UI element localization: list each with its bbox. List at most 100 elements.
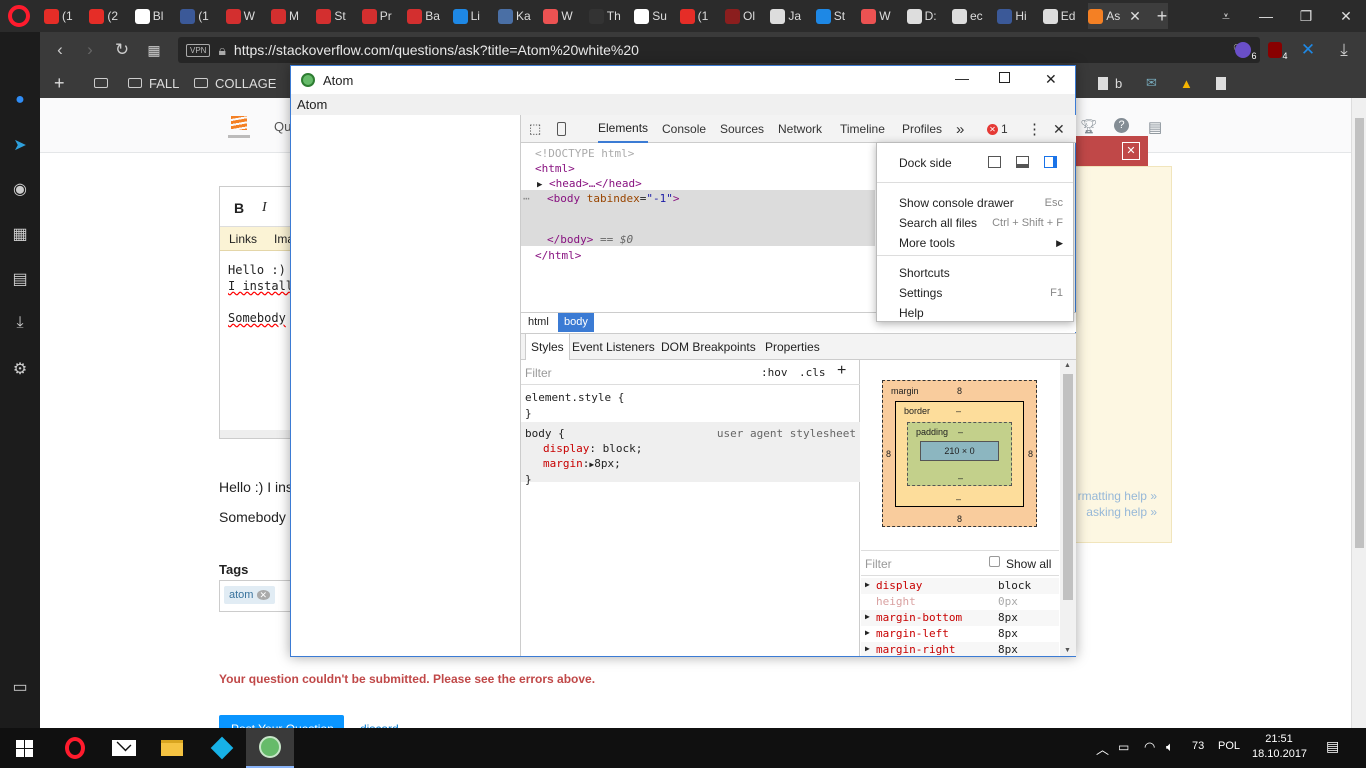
clock[interactable]: 21:51 18.10.2017 — [1252, 732, 1307, 762]
browser-tab[interactable]: Ba — [407, 3, 449, 29]
browser-tab[interactable]: Hi — [997, 3, 1039, 29]
links-tab[interactable]: Links — [229, 232, 257, 246]
help-icon[interactable]: ? — [1114, 118, 1129, 133]
italic-button[interactable]: I — [262, 200, 267, 216]
settings-icon[interactable]: ⚙ — [9, 358, 31, 380]
battery-icon[interactable]: ▭ — [1118, 740, 1129, 754]
bold-button[interactable]: B — [234, 200, 244, 216]
computed-row[interactable]: ▶ margin-right 8px — [861, 642, 1059, 656]
new-tab-icon[interactable]: + — [1152, 3, 1172, 29]
computed-row[interactable]: ▶ display block — [861, 578, 1059, 594]
menu-item[interactable]: Settings F1 — [899, 283, 1069, 303]
inspect-element-icon[interactable]: ⬚ — [529, 115, 545, 143]
browser-tab[interactable]: Ja — [770, 3, 812, 29]
computed-row[interactable]: ▶ margin-left 8px — [861, 626, 1059, 642]
tab-sources[interactable]: Sources — [720, 115, 764, 143]
extension-icon[interactable]: 6 — [1232, 32, 1260, 68]
browser-tab[interactable]: W — [861, 3, 903, 29]
device-mode-icon[interactable] — [557, 115, 571, 143]
hov-toggle[interactable]: :hov — [761, 366, 788, 379]
browser-tab[interactable]: Su — [634, 3, 676, 29]
tab-timeline[interactable]: Timeline — [840, 115, 885, 143]
news-icon[interactable]: ▤ — [9, 268, 31, 290]
subtab-dom-breakpoints[interactable]: DOM Breakpoints — [661, 340, 756, 354]
tabs-grid-icon[interactable]: ▦ — [140, 32, 168, 68]
close-window-icon[interactable]: ✕ — [1326, 0, 1366, 32]
file-explorer-icon[interactable] — [148, 728, 196, 768]
browser-tab[interactable]: (1 — [44, 3, 86, 29]
tab-console[interactable]: Console — [662, 115, 706, 143]
vpn-badge[interactable]: VPN — [186, 43, 211, 57]
input-language[interactable]: POL — [1218, 740, 1240, 752]
breadcrumb-html[interactable]: html — [528, 316, 549, 328]
volume-icon[interactable]: 🔈︎ — [1166, 739, 1174, 755]
browser-tab[interactable]: Ol — [725, 3, 767, 29]
browser-tab[interactable]: (1 — [180, 3, 222, 29]
browser-tab[interactable]: Ed — [1042, 3, 1085, 29]
bookmark-folder[interactable] — [94, 68, 108, 98]
dom-body-node[interactable]: ⋯ <body tabindex="-1"> </body> == $0 — [521, 190, 875, 246]
cross-extension-icon[interactable]: ✕ — [1294, 32, 1322, 68]
opera-logo-icon[interactable] — [8, 5, 30, 27]
computed-filter-input[interactable]: Filter — [865, 557, 892, 571]
speed-dial-icon[interactable]: ▦ — [9, 223, 31, 245]
browser-tab[interactable]: Bl — [134, 3, 177, 29]
stack-exchange-icon[interactable]: ▤ — [1148, 118, 1162, 136]
back-icon[interactable]: ‹ — [46, 32, 74, 68]
dock-right-icon[interactable] — [1044, 156, 1057, 168]
minimize-icon[interactable]: — — [955, 70, 969, 86]
close-banner-icon[interactable]: ✕ — [1122, 142, 1140, 160]
nav-questions[interactable]: Qu — [274, 119, 291, 134]
tray-chevron-icon[interactable]: ︿ — [1096, 739, 1109, 758]
computed-scrollbar[interactable]: ▲ ▼ — [1060, 360, 1076, 656]
bookmark-fall[interactable]: FALL — [128, 68, 179, 98]
tab-elements[interactable]: Elements — [598, 115, 649, 143]
menu-item[interactable]: Search all files Ctrl + Shift + F — [899, 213, 1069, 233]
atom-menu-item[interactable]: Atom — [297, 97, 327, 112]
browser-tab[interactable]: Li — [452, 3, 495, 29]
forward-icon[interactable]: › — [76, 32, 104, 68]
cls-toggle[interactable]: .cls — [799, 366, 826, 379]
telegram-icon[interactable]: ➤ — [9, 134, 31, 156]
snapshot-icon[interactable]: ◉ — [9, 178, 31, 200]
opera-taskbar-icon[interactable] — [51, 728, 99, 768]
bookmark-b[interactable]: b — [1098, 68, 1122, 98]
kebab-menu-icon[interactable]: ⋮ — [1027, 115, 1042, 143]
url-input[interactable]: VPN 🔒︎ https://stackoverflow.com/questio… — [178, 37, 1260, 63]
browser-tab[interactable]: M — [271, 3, 313, 29]
action-center-icon[interactable]: ▤ — [1326, 738, 1339, 755]
breadcrumb-body[interactable]: body — [558, 313, 594, 332]
browser-tab[interactable]: D: — [906, 3, 949, 29]
ublock-icon[interactable]: 4 — [1264, 32, 1292, 68]
subtab-properties[interactable]: Properties — [765, 340, 820, 354]
undock-icon[interactable] — [988, 156, 1001, 168]
close-tab-icon[interactable]: ✕ — [1125, 3, 1145, 29]
browser-tab[interactable]: W — [225, 3, 268, 29]
browser-tab[interactable]: Th — [588, 3, 631, 29]
browser-tab[interactable]: (2 — [89, 3, 131, 29]
messenger-icon[interactable]: ● — [9, 89, 31, 111]
close-devtools-icon[interactable]: ✕ — [1053, 115, 1065, 143]
dom-head-node[interactable]: ▶ <head>…</head> — [537, 177, 642, 190]
dom-html-open[interactable]: <html> — [535, 162, 575, 175]
page-scrollbar[interactable] — [1351, 98, 1366, 728]
computed-row[interactable]: height 0px — [861, 594, 1059, 610]
subtab-event-listeners[interactable]: Event Listeners — [572, 340, 655, 354]
downloads-icon[interactable]: ⤓ — [9, 312, 31, 334]
subtab-styles[interactable]: Styles — [525, 334, 570, 360]
wifi-icon[interactable]: ◠ — [1144, 739, 1155, 755]
add-rule-icon[interactable]: + — [837, 362, 846, 380]
browser-tab[interactable]: ec — [952, 3, 994, 29]
show-all-checkbox[interactable] — [989, 556, 1000, 567]
mail-app-icon[interactable] — [100, 728, 148, 768]
dock-bottom-icon[interactable] — [1016, 156, 1029, 168]
bookmark-page-icon[interactable] — [1216, 68, 1226, 98]
menu-item[interactable]: Show console drawer Esc — [899, 193, 1069, 213]
menu-item[interactable]: Help — [899, 303, 1069, 323]
tab-menu-icon[interactable]: ⩡ — [1206, 0, 1246, 32]
formatting-help-link[interactable]: rmatting help » — [1078, 489, 1157, 503]
download-icon[interactable]: ⤓ — [1330, 32, 1358, 68]
minimize-icon[interactable]: — — [1246, 0, 1286, 32]
editor-textarea[interactable]: Hello :) I install Somebody — [228, 262, 293, 326]
asking-help-link[interactable]: asking help » — [1086, 505, 1157, 519]
